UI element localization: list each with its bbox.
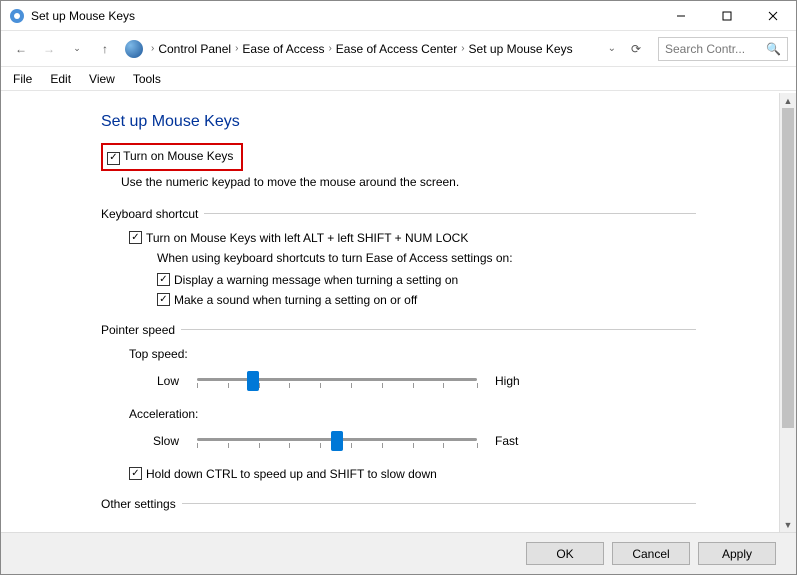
location-icon: [125, 40, 143, 58]
top-speed-slider[interactable]: [197, 369, 477, 393]
content: Set up Mouse Keys ✓ Turn on Mouse Keys U…: [1, 93, 796, 532]
up-button[interactable]: ↑: [93, 37, 117, 61]
search-icon: 🔍: [766, 42, 781, 56]
menu-file[interactable]: File: [13, 72, 32, 86]
top-speed-label: Top speed:: [129, 347, 696, 361]
app-icon: [9, 8, 25, 24]
scroll-thumb[interactable]: [782, 108, 794, 428]
accel-slider[interactable]: [197, 429, 477, 453]
cancel-button[interactable]: Cancel: [612, 542, 690, 565]
accel-label: Acceleration:: [129, 407, 696, 421]
menu-tools[interactable]: Tools: [133, 72, 161, 86]
footer: OK Cancel Apply: [1, 532, 796, 574]
chevron-icon[interactable]: ›: [461, 43, 464, 54]
chevron-icon[interactable]: ›: [151, 43, 154, 54]
crumb[interactable]: Ease of Access: [242, 42, 324, 56]
kb-shortcut-label: Turn on Mouse Keys with left ALT + left …: [146, 231, 468, 245]
page-title: Set up Mouse Keys: [101, 113, 696, 131]
turn-on-desc: Use the numeric keypad to move the mouse…: [121, 175, 696, 189]
ps-section-label: Pointer speed: [101, 323, 175, 337]
scrollbar[interactable]: ▲ ▼: [779, 93, 796, 532]
scroll-down-icon[interactable]: ▼: [780, 517, 796, 532]
navbar: ← → ⌄ ↑ › Control Panel › Ease of Access ›…: [1, 31, 796, 67]
ctrl-shift-checkbox[interactable]: ✓: [129, 467, 142, 480]
other-section-label: Other settings: [101, 497, 176, 511]
menu-edit[interactable]: Edit: [50, 72, 71, 86]
back-button[interactable]: ←: [9, 37, 33, 61]
ctrl-shift-label: Hold down CTRL to speed up and SHIFT to …: [146, 467, 437, 481]
low-label: Low: [129, 374, 179, 388]
close-button[interactable]: [750, 1, 796, 31]
chevron-icon[interactable]: ›: [328, 43, 331, 54]
chevron-icon[interactable]: ›: [235, 43, 238, 54]
turn-on-checkbox[interactable]: ✓: [107, 152, 120, 165]
fast-label: Fast: [495, 434, 545, 448]
maximize-button[interactable]: [704, 1, 750, 31]
menubar: File Edit View Tools: [1, 67, 796, 91]
window-title: Set up Mouse Keys: [31, 9, 658, 23]
menu-view[interactable]: View: [89, 72, 115, 86]
kb-note: When using keyboard shortcuts to turn Ea…: [157, 251, 696, 265]
refresh-button[interactable]: ⟳: [626, 42, 646, 56]
search-input[interactable]: Search Contr... 🔍: [658, 37, 788, 61]
breadcrumb: Control Panel › Ease of Access › Ease of A…: [158, 42, 622, 56]
ok-button[interactable]: OK: [526, 542, 604, 565]
crumb[interactable]: Control Panel: [158, 42, 231, 56]
recent-dropdown[interactable]: ⌄: [65, 37, 89, 61]
search-placeholder: Search Contr...: [665, 42, 745, 56]
slow-label: Slow: [129, 434, 179, 448]
scroll-up-icon[interactable]: ▲: [780, 93, 796, 108]
turn-on-label: Turn on Mouse Keys: [123, 149, 233, 163]
kb-warn-label: Display a warning message when turning a…: [174, 273, 458, 287]
kb-warn-checkbox[interactable]: ✓: [157, 273, 170, 286]
forward-button[interactable]: →: [37, 37, 61, 61]
minimize-button[interactable]: [658, 1, 704, 31]
crumb[interactable]: Set up Mouse Keys: [469, 42, 573, 56]
kb-sound-checkbox[interactable]: ✓: [157, 293, 170, 306]
crumb[interactable]: Ease of Access Center: [336, 42, 457, 56]
apply-button[interactable]: Apply: [698, 542, 776, 565]
high-label: High: [495, 374, 545, 388]
highlight-box: ✓ Turn on Mouse Keys: [101, 143, 243, 171]
kb-section-label: Keyboard shortcut: [101, 207, 198, 221]
kb-shortcut-checkbox[interactable]: ✓: [129, 231, 142, 244]
titlebar: Set up Mouse Keys: [1, 1, 796, 31]
kb-sound-label: Make a sound when turning a setting on o…: [174, 293, 417, 307]
path-dropdown[interactable]: ⌄: [608, 43, 616, 54]
